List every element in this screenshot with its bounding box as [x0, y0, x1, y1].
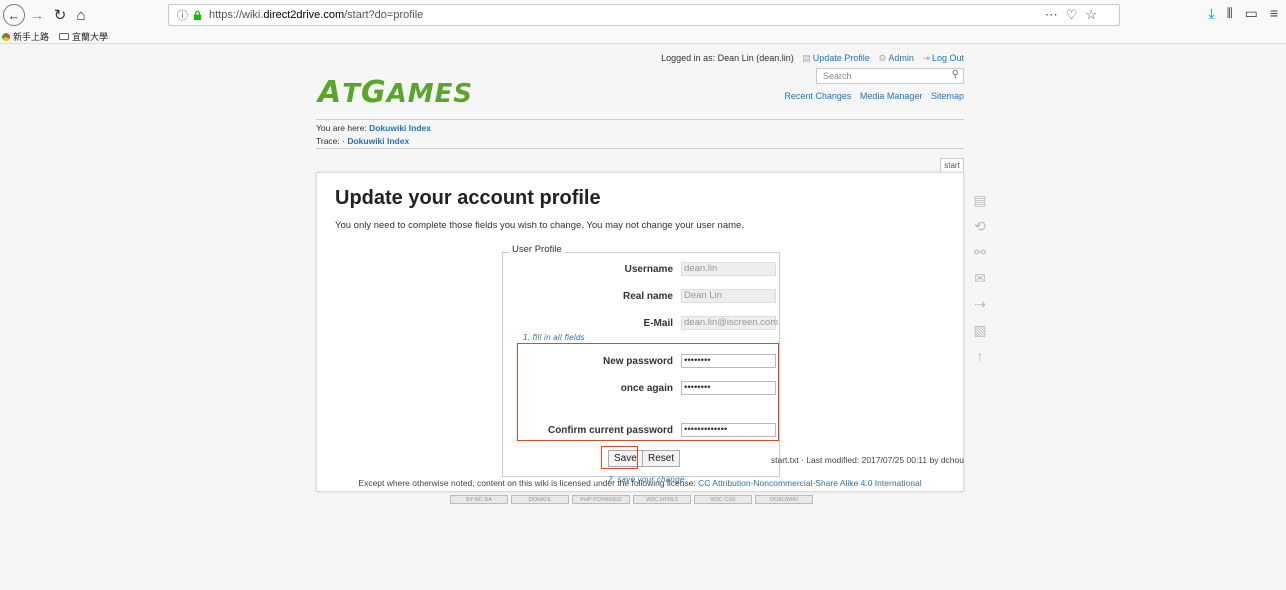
badge-css[interactable]: W3C CSS: [694, 495, 752, 504]
search-placeholder: Search: [823, 71, 852, 81]
annotation-fill-fields: 1. fill in all fields: [523, 333, 585, 342]
breadcrumb-trace: Trace: · Dokuwiki Index: [316, 136, 409, 146]
send-email-icon[interactable]: ✉: [974, 270, 986, 296]
realname-row: Real name Dean Lin: [502, 289, 780, 305]
page-tools: ▤ ⟲ ⚯ ✉ ⇢ ▧ ↑: [970, 192, 990, 374]
breadcrumb-label: Trace: ·: [316, 136, 348, 146]
library-icon[interactable]: ⫴: [1227, 5, 1233, 22]
search-icon[interactable]: ⚲: [952, 69, 959, 80]
trace-link[interactable]: Dokuwiki Index: [347, 136, 409, 146]
reset-button[interactable]: Reset: [642, 450, 681, 467]
back-to-top-icon[interactable]: ↑: [977, 348, 984, 374]
last-modified: start.txt · Last modified: 2017/07/25 00…: [770, 455, 964, 465]
logged-in-text: Logged in as: Dean Lin (dean.lin): [661, 53, 794, 63]
once-again-field[interactable]: ••••••••: [681, 381, 776, 395]
divider: [316, 148, 964, 149]
export-pdf-icon[interactable]: ▧: [973, 322, 986, 348]
reload-icon[interactable]: ↻: [51, 4, 69, 26]
annotation-save-highlight: [601, 446, 638, 469]
once-again-row: once again ••••••••: [502, 381, 780, 397]
address-bar[interactable]: ⓘ https://wiki. direct2drive.com/start?do…: [168, 4, 1120, 26]
back-arrow-icon[interactable]: ←: [3, 4, 25, 26]
username-field: dean.lin: [681, 262, 776, 276]
license-notice: Except where otherwise noted, content on…: [316, 478, 964, 488]
realname-label: Real name: [622, 291, 673, 302]
bookmark-folder[interactable]: 宜蘭大學: [59, 30, 108, 43]
divider: [316, 119, 964, 120]
update-profile-icon: ▤: [802, 53, 811, 63]
fieldset-legend: User Profile: [509, 244, 565, 255]
email-row: E-Mail dean.lin@iscreen.com: [502, 316, 780, 332]
logo-letter: AMES: [386, 79, 474, 109]
bookmark-label: 新手上路: [13, 32, 50, 42]
user-tools: Logged in as: Dean Lin (dean.lin) ▤ Updat…: [620, 53, 964, 64]
new-password-row: New password ••••••••: [502, 354, 780, 370]
logo-letter: T: [342, 79, 361, 109]
confirm-password-row: Confirm current password •••••••••••••: [502, 423, 780, 439]
firefox-icon: [2, 32, 10, 41]
download-icon[interactable]: ⤓: [1209, 5, 1215, 22]
logout-link[interactable]: Log Out: [932, 53, 964, 63]
bookmark-getting-started[interactable]: 新手上路: [2, 30, 49, 43]
pocket-icon[interactable]: ♡: [1066, 7, 1078, 23]
folder-icon: [59, 33, 70, 40]
show-source-icon[interactable]: ▤: [973, 192, 986, 218]
old-revisions-icon[interactable]: ⟲: [974, 218, 986, 244]
bookmark-star-icon[interactable]: ☆: [1085, 7, 1097, 23]
badge-cc[interactable]: BY-NC-SA: [450, 495, 508, 504]
forward-arrow-icon[interactable]: →: [28, 4, 46, 26]
url-path: /start?do=profile: [344, 9, 424, 21]
email-label: E-Mail: [643, 318, 673, 329]
new-password-label: New password: [602, 356, 673, 367]
bookmark-label: 宜蘭大學: [72, 32, 109, 42]
url-prefix: https://wiki.: [209, 9, 264, 21]
new-password-field[interactable]: ••••••••: [681, 354, 776, 368]
badge-donate[interactable]: DONATE: [511, 495, 569, 504]
move-icon[interactable]: ⇢: [974, 296, 986, 322]
logo-letter: G: [360, 75, 387, 110]
main-content: Update your account profile You only nee…: [316, 172, 964, 492]
breadcrumb-link[interactable]: Dokuwiki Index: [369, 123, 431, 133]
menu-icon[interactable]: ≡: [1270, 5, 1278, 22]
breadcrumb-label: You are here:: [316, 123, 370, 133]
media-manager-link[interactable]: Media Manager: [860, 91, 923, 101]
wiki-page: Logged in as: Dean Lin (dean.lin) ▤ Updat…: [0, 45, 1286, 590]
recent-changes-link[interactable]: Recent Changes: [784, 91, 851, 101]
backlinks-icon[interactable]: ⚯: [974, 244, 986, 270]
license-link[interactable]: CC Attribution-Noncommercial-Share Alike…: [698, 478, 921, 488]
info-icon[interactable]: ⓘ: [177, 7, 188, 23]
badge-dokuwiki[interactable]: DOKUWIKI: [755, 495, 813, 504]
page-title: Update your account profile: [335, 187, 601, 209]
gear-icon: ⚙: [878, 53, 887, 63]
tab-start[interactable]: start: [940, 158, 964, 173]
intro-text: You only need to complete those fields y…: [335, 220, 744, 231]
logo-letter: A: [318, 75, 343, 110]
license-text: Except where otherwise noted, content on…: [358, 478, 699, 488]
email-field: dean.lin@iscreen.com: [681, 316, 778, 330]
username-label: Username: [624, 264, 673, 275]
url-domain: direct2drive.com: [263, 9, 345, 21]
admin-link[interactable]: Admin: [888, 53, 914, 63]
home-icon[interactable]: ⌂: [72, 4, 90, 26]
more-actions-icon[interactable]: ⋯: [1045, 7, 1058, 23]
breadcrumb-you-are-here: You are here: Dokuwiki Index: [316, 123, 431, 133]
footer-badges: BY-NC-SA DONATE PHP POWERED W3C HTML5 W3…: [450, 495, 813, 504]
lock-icon: [193, 10, 202, 20]
sidebar-icon[interactable]: ▭: [1245, 5, 1258, 22]
confirm-password-field[interactable]: •••••••••••••: [681, 423, 776, 437]
username-row: Username dean.lin: [502, 262, 780, 278]
realname-field: Dean Lin: [681, 289, 776, 303]
badge-html5[interactable]: W3C HTML5: [633, 495, 691, 504]
logout-icon: ⇥: [922, 53, 930, 63]
site-tools: Recent Changes Media Manager Sitemap: [700, 91, 964, 101]
badge-php[interactable]: PHP POWERED: [572, 495, 630, 504]
search-input[interactable]: Search ⚲: [816, 68, 964, 84]
atgames-logo[interactable]: ATGAMES: [318, 75, 473, 110]
confirm-password-label: Confirm current password: [547, 425, 673, 436]
sitemap-link[interactable]: Sitemap: [931, 91, 964, 101]
update-profile-link[interactable]: Update Profile: [813, 53, 870, 63]
browser-toolbar: ← → ↻ ⌂ ⓘ https://wiki. direct2drive.com /…: [0, 0, 1286, 30]
once-again-label: once again: [620, 383, 673, 394]
bookmarks-bar: 新手上路 宜蘭大學: [0, 30, 1286, 44]
